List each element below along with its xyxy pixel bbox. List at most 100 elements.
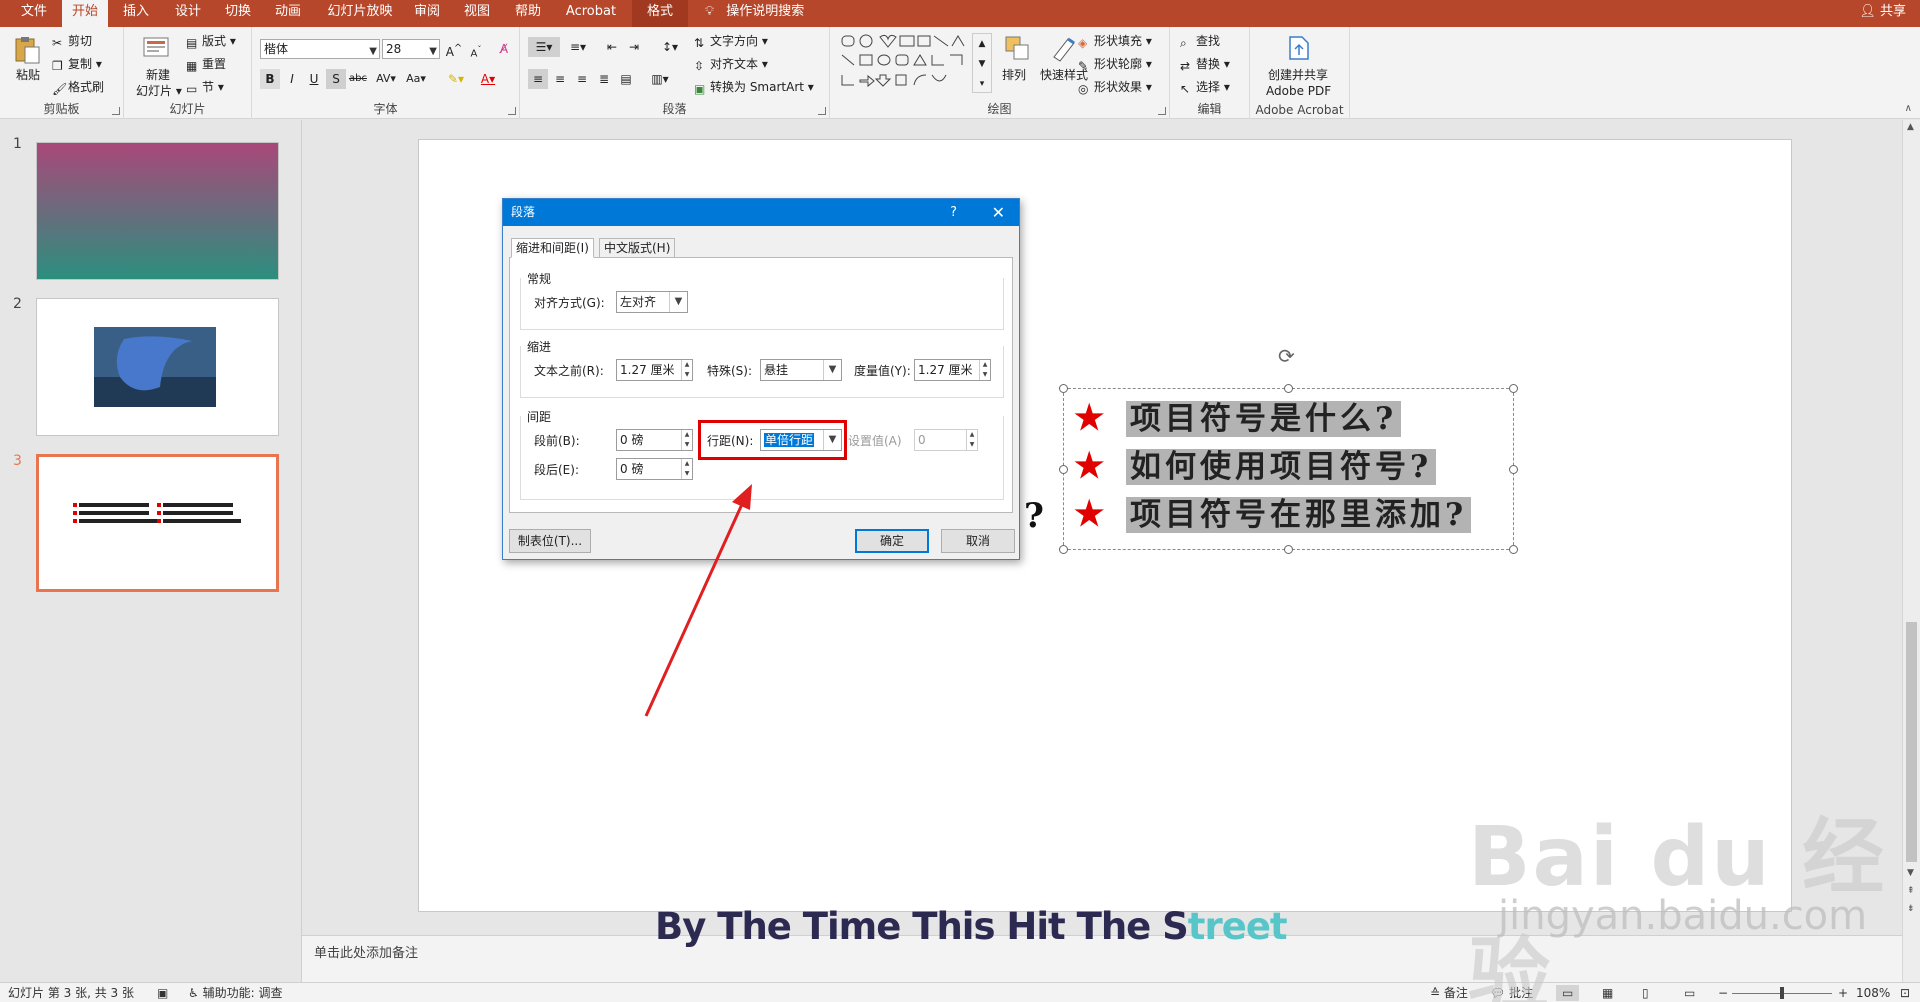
resize-handle-tl[interactable] xyxy=(1059,384,1068,393)
ok-button[interactable]: 确定 xyxy=(855,529,929,553)
after-spacing-field[interactable]: 0 磅 ▲ ▼ xyxy=(616,458,693,480)
resize-handle-bm[interactable] xyxy=(1284,545,1293,554)
select-button[interactable]: ↖ 选择 ▾ xyxy=(1180,79,1230,96)
tab-transitions[interactable]: 切换 xyxy=(216,0,260,27)
font-color-icon[interactable]: A▾ xyxy=(474,69,502,89)
align-center-icon[interactable]: ≡ xyxy=(550,69,570,89)
tab-format[interactable]: 格式 xyxy=(632,0,688,27)
rotate-handle-icon[interactable]: ⟳ xyxy=(1278,344,1295,368)
resize-handle-br[interactable] xyxy=(1509,545,1518,554)
cut-button[interactable]: ✂ 剪切 xyxy=(52,33,92,50)
tab-view[interactable]: 视图 xyxy=(456,0,498,27)
italic-icon[interactable]: I xyxy=(282,69,302,89)
tab-review[interactable]: 审阅 xyxy=(406,0,448,27)
tab-design[interactable]: 设计 xyxy=(166,0,210,27)
slide-thumbnail-2[interactable] xyxy=(36,298,279,436)
by-field[interactable]: 1.27 厘米 ▲ ▼ xyxy=(914,359,991,381)
slide-thumbnail-3[interactable] xyxy=(36,454,279,592)
char-spacing-icon[interactable]: AV▾ xyxy=(372,69,400,89)
align-left-icon[interactable]: ≡ xyxy=(528,69,548,89)
shrink-font-icon[interactable]: Aˇ xyxy=(466,39,486,59)
create-pdf-line1[interactable]: 创建并共享 xyxy=(1268,67,1328,83)
new-slide-line1[interactable]: 新建 xyxy=(146,67,170,83)
shape-effects-button[interactable]: ◎ 形状效果 ▾ xyxy=(1078,79,1152,96)
help-icon[interactable]: ? xyxy=(950,199,957,226)
alignment-select[interactable]: 左对齐 ▼ xyxy=(616,291,688,313)
clear-format-icon[interactable]: A̸ xyxy=(494,39,514,59)
before-spacing-field[interactable]: 0 磅 ▲ ▼ xyxy=(616,429,693,451)
create-pdf-line2[interactable]: Adobe PDF xyxy=(1266,83,1331,99)
drawing-launcher-icon[interactable] xyxy=(1158,107,1166,115)
special-select[interactable]: 悬挂 ▼ xyxy=(760,359,842,381)
paste-button[interactable]: 粘贴 xyxy=(16,67,40,83)
justify-icon[interactable]: ≣ xyxy=(594,69,614,89)
numbering-icon[interactable]: ≡▾ xyxy=(562,37,594,57)
format-painter-button[interactable]: 🖌︎格式刷 xyxy=(52,79,104,96)
align-text-button[interactable]: ⇳ 对齐文本 ▾ xyxy=(694,56,768,73)
decrease-indent-icon[interactable]: ⇤ xyxy=(602,37,622,57)
align-right-icon[interactable]: ≡ xyxy=(572,69,592,89)
layout-button[interactable]: ▤ 版式 ▾ xyxy=(186,33,236,50)
shape-outline-button[interactable]: ✎ 形状轮廓 ▾ xyxy=(1078,56,1152,73)
tell-me-search[interactable]: 💡︎ 操作说明搜索 xyxy=(705,0,804,27)
tab-file[interactable]: 文件 xyxy=(12,0,56,27)
grow-font-icon[interactable]: A^ xyxy=(444,39,464,59)
tab-acrobat[interactable]: Acrobat xyxy=(556,0,626,27)
notes-toggle[interactable]: ≙ 备注 xyxy=(1430,985,1468,1001)
share-button[interactable]: 👤︎ 共享 xyxy=(1859,0,1906,27)
tab-home[interactable]: 开始 xyxy=(62,0,108,27)
scroll-up-icon[interactable]: ▲ xyxy=(1907,122,1914,132)
clipboard-launcher-icon[interactable] xyxy=(112,107,120,115)
bullets-icon[interactable]: ☰▾ xyxy=(528,37,560,57)
text-direction-button[interactable]: ⇅ 文字方向 ▾ xyxy=(694,33,768,50)
tab-animations[interactable]: 动画 xyxy=(266,0,310,27)
bullet-line-1[interactable]: ★ 项目符号是什么? xyxy=(1074,395,1402,441)
arrange-button[interactable]: 排列 xyxy=(1002,67,1026,83)
copy-button[interactable]: ❐ 复制 ▾ xyxy=(52,56,102,73)
resize-handle-mr[interactable] xyxy=(1509,465,1518,474)
distributed-icon[interactable]: ▤ xyxy=(616,69,636,89)
dialog-title-bar[interactable]: 段落 xyxy=(503,199,1019,226)
cancel-button[interactable]: 取消 xyxy=(941,529,1015,553)
font-name-select[interactable]: 楷体 ▼ xyxy=(260,39,380,59)
close-icon[interactable]: ✕ xyxy=(992,199,1005,226)
before-text-field[interactable]: 1.27 厘米 ▲ ▼ xyxy=(616,359,693,381)
find-button[interactable]: ⌕ 查找 xyxy=(1180,33,1220,50)
underline-icon[interactable]: U xyxy=(304,69,324,89)
spinner-icon[interactable]: ▲ ▼ xyxy=(681,459,692,479)
slide-thumbnail-1[interactable] xyxy=(36,142,279,280)
font-launcher-icon[interactable] xyxy=(508,107,516,115)
tab-slideshow[interactable]: 幻灯片放映 xyxy=(318,0,402,27)
resize-handle-tm[interactable] xyxy=(1284,384,1293,393)
increase-indent-icon[interactable]: ⇥ xyxy=(624,37,644,57)
shapes-gallery[interactable] xyxy=(840,33,970,95)
section-button[interactable]: ▭ 节 ▾ xyxy=(186,79,224,96)
line-spacing-icon[interactable]: ↕▾ xyxy=(656,37,684,57)
accessibility-button[interactable]: ♿︎ 辅助功能: 调查 xyxy=(188,985,282,1001)
spinner-icon[interactable]: ▲ ▼ xyxy=(681,430,692,450)
strikethrough-icon[interactable]: abc xyxy=(348,69,368,89)
new-slide-line2[interactable]: 幻灯片 ▾ xyxy=(136,83,182,99)
bullet-line-2[interactable]: ★ 如何使用项目符号? xyxy=(1074,443,1437,489)
bullet-line-3[interactable]: ★ 项目符号在那里添加? xyxy=(1074,491,1472,537)
tab-help[interactable]: 帮助 xyxy=(507,0,549,27)
bold-icon[interactable]: B xyxy=(260,69,280,89)
resize-handle-ml[interactable] xyxy=(1059,465,1068,474)
highlight-color-icon[interactable]: ✎▾ xyxy=(442,69,470,89)
shapes-scroll-icon[interactable]: ▲ ▼ ▾ xyxy=(972,33,992,93)
tab-asian-typography[interactable]: 中文版式(H) xyxy=(599,238,676,258)
tabs-button[interactable]: 制表位(T)... xyxy=(509,529,591,553)
change-case-icon[interactable]: Aa▾ xyxy=(402,69,430,89)
spinner-icon[interactable]: ▲ ▼ xyxy=(979,360,990,380)
shape-fill-button[interactable]: ◈ 形状填充 ▾ xyxy=(1078,33,1152,50)
resize-handle-tr[interactable] xyxy=(1509,384,1518,393)
paragraph-launcher-icon[interactable] xyxy=(818,107,826,115)
reset-button[interactable]: ▦ 重置 xyxy=(186,56,226,73)
collapse-ribbon-icon[interactable]: ∧ xyxy=(1905,103,1912,114)
tab-indents-spacing[interactable]: 缩进和间距(I) xyxy=(511,238,594,258)
tab-insert[interactable]: 插入 xyxy=(114,0,158,27)
replace-button[interactable]: ⇄ 替换 ▾ xyxy=(1180,56,1230,73)
shadow-icon[interactable]: S xyxy=(326,69,346,89)
spellcheck-icon[interactable]: ▣ xyxy=(157,985,168,1001)
font-size-select[interactable]: 28 ▼ xyxy=(382,39,440,59)
